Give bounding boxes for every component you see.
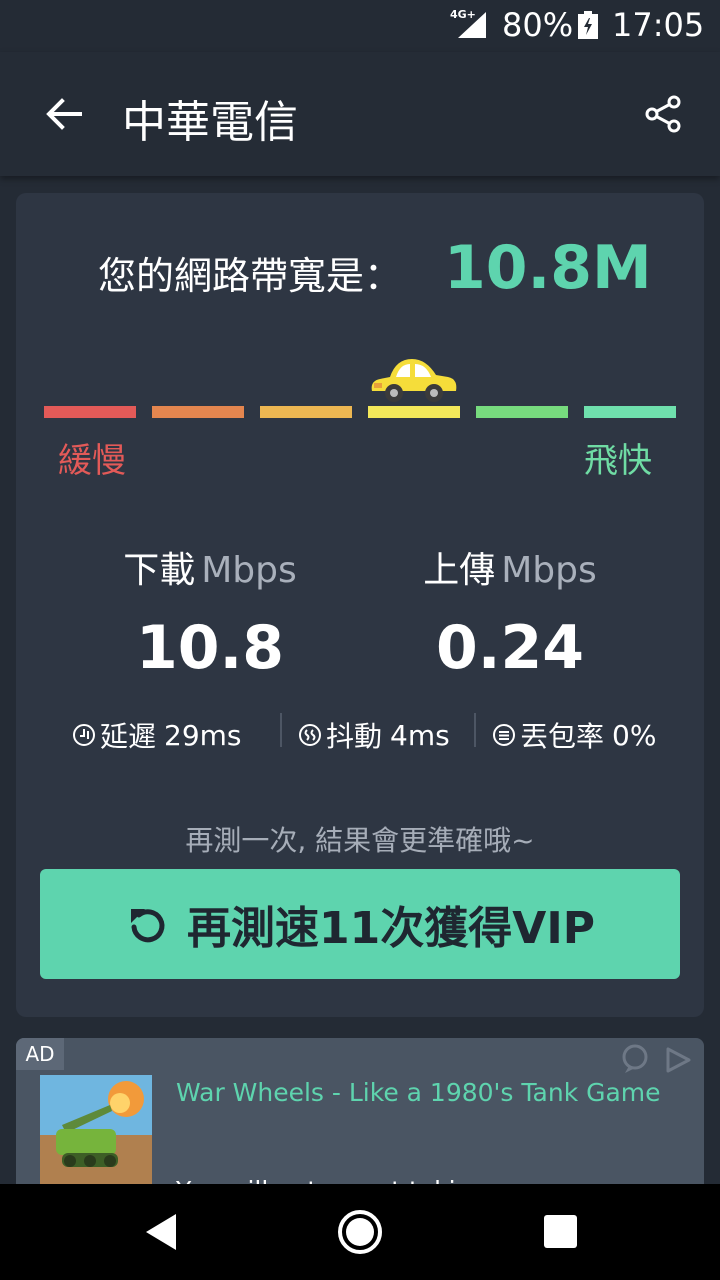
page-title: 中華電信: [122, 97, 298, 148]
latency-label: 延遲: [100, 720, 157, 753]
nav-home-icon[interactable]: [336, 1208, 384, 1256]
app-bar: 中華電信: [0, 52, 720, 176]
back-arrow-icon[interactable]: [40, 90, 88, 138]
metric-divider: [280, 713, 282, 747]
jitter-icon: [299, 724, 321, 746]
share-icon[interactable]: [640, 90, 688, 138]
ad-banner[interactable]: AD War Wheels - Like a 1980's Tank Game …: [16, 1038, 704, 1184]
meter-segment: [584, 406, 676, 418]
ad-title[interactable]: War Wheels - Like a 1980's Tank Game: [176, 1078, 661, 1107]
jitter-value: 4ms: [390, 718, 450, 752]
retest-button-label: 再測速11次獲得VIP: [187, 903, 595, 954]
upload-stat: 上傳 Mbps 0.24: [360, 541, 660, 683]
ad-subtitle: You will not regret taking: [176, 1176, 487, 1184]
ad-thumbnail[interactable]: [40, 1075, 152, 1184]
retest-button[interactable]: 再測速11次獲得VIP: [40, 869, 680, 979]
packet-loss-metric: 丟包率 0%: [492, 715, 656, 755]
latency-value: 29ms: [164, 718, 242, 752]
jitter-metric: 抖動 4ms: [298, 715, 450, 755]
jitter-label: 抖動: [326, 720, 383, 753]
signal-icon: [458, 12, 486, 38]
bandwidth-label: 您的網路帶寬是：: [98, 254, 403, 298]
meter-segment: [476, 406, 568, 418]
ad-chat-icon[interactable]: [620, 1044, 650, 1074]
slow-label: 緩慢: [58, 441, 126, 481]
meter-segment: [368, 406, 460, 418]
clock: 17:05: [612, 6, 705, 44]
upload-label: 上傳: [423, 550, 496, 591]
nav-recents-icon[interactable]: [544, 1215, 577, 1248]
upload-unit: Mbps: [501, 550, 597, 591]
result-card: 您的網路帶寬是： 10.8M 緩慢 飛快 下載 Mbps 10.8 上傳 Mbps …: [16, 193, 704, 1017]
refresh-icon: [131, 909, 165, 943]
ad-play-icon[interactable]: [664, 1046, 692, 1074]
bandwidth-value: 10.8M: [444, 233, 652, 303]
status-bar: 4G+ 80% 17:05: [0, 0, 720, 52]
ad-badge: AD: [16, 1038, 64, 1070]
download-unit: Mbps: [201, 550, 297, 591]
download-stat: 下載 Mbps 10.8: [60, 541, 360, 683]
meter-segment: [260, 406, 352, 418]
nav-back-icon[interactable]: [140, 1210, 184, 1254]
quality-metrics: 延遲 29ms 抖動 4ms 丟包率 0%: [72, 713, 672, 755]
packet-loss-icon: [493, 724, 515, 746]
download-value: 10.8: [135, 613, 285, 683]
fast-label: 飛快: [584, 441, 652, 481]
metric-divider: [474, 713, 476, 747]
latency-icon: [73, 724, 95, 746]
meter-segment: [44, 406, 136, 418]
battery-charging-icon: [578, 11, 598, 39]
upload-value: 0.24: [435, 613, 585, 683]
car-icon: [371, 359, 457, 402]
download-label: 下載: [123, 550, 196, 591]
speed-meter: [44, 406, 676, 420]
meter-segment: [152, 406, 244, 418]
navigation-bar: [0, 1184, 720, 1280]
battery-percentage: 80%: [502, 6, 574, 44]
packet-loss-label: 丟包率: [520, 720, 605, 753]
retest-hint: 再測一次, 結果會更準確哦~: [185, 824, 535, 857]
latency-metric: 延遲 29ms: [72, 715, 242, 755]
packet-loss-value: 0%: [612, 718, 657, 752]
